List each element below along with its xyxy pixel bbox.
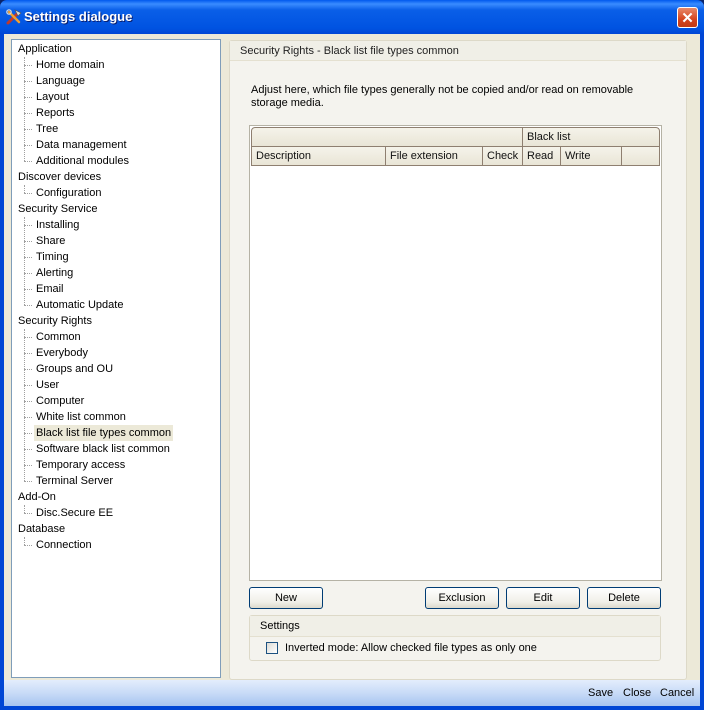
grid-group-header-blank [251,127,523,147]
tree-connector-line [24,465,32,466]
window-title: Settings dialogue [24,9,133,24]
tree-connector-line [24,449,32,450]
tree-item[interactable]: Alerting [34,265,75,281]
tree-item[interactable]: Terminal Server [34,473,115,489]
tree-item[interactable]: Common [34,329,83,345]
tree-connector-line [24,481,32,482]
grid-group-header-black-list: Black list [522,127,660,147]
tree-connector-line [24,225,32,226]
tree-connector-line [24,337,32,338]
tree-item[interactable]: Everybody [34,345,90,361]
inverted-mode-label[interactable]: Inverted mode: Allow checked file types … [285,641,537,655]
column-header-check[interactable]: Check [482,146,523,166]
panel-header: Security Rights - Black list file types … [230,41,686,61]
tree-item[interactable]: Additional modules [34,153,131,169]
tree-item[interactable]: Disc.Secure EE [34,505,115,521]
dialog-client-area: Application Home domain Language Layout Repo… [4,34,700,680]
tree-connector-line [24,513,32,514]
tree-group-item[interactable]: Discover devices [16,169,103,185]
tree-connector-line [24,417,32,418]
tree-group-item[interactable]: Database [16,521,67,537]
tree-group-item[interactable]: Security Service [16,201,99,217]
tree-connector-line [24,369,32,370]
tree-item[interactable]: Reports [34,105,77,121]
tree-connector-line [24,385,32,386]
column-header-extra[interactable] [621,146,660,166]
settings-group: Settings Inverted mode: Allow checked fi… [249,615,661,661]
tree-connector-line [24,97,32,98]
tree-item[interactable]: Home domain [34,57,106,73]
column-header-file-extension[interactable]: File extension [385,146,483,166]
tree-connector-line [24,241,32,242]
edit-button[interactable]: Edit [506,587,580,609]
tree-connector-line [24,129,32,130]
tree-item[interactable]: Computer [34,393,86,409]
tree-item[interactable]: Automatic Update [34,297,125,313]
tree-item[interactable]: Connection [34,537,94,553]
tree-connector-line [24,545,32,546]
column-header-write[interactable]: Write [560,146,622,166]
tree-connector-line [24,289,32,290]
settings-panel: Security Rights - Black list file types … [229,40,687,680]
tree-connector-line [24,65,32,66]
tree-group-item[interactable]: Add-On [16,489,58,505]
tree-connector-line [24,81,32,82]
column-header-description[interactable]: Description [251,146,386,166]
tree-item[interactable]: Data management [34,137,129,153]
tree-item[interactable]: User [34,377,61,393]
tree-connector-line [24,353,32,354]
tree-connector-line [24,401,32,402]
tree-connector-line [24,305,32,306]
settings-group-header: Settings [250,616,660,637]
tree-connector-line [24,433,32,434]
exclusion-button[interactable]: Exclusion [425,587,499,609]
tree-item[interactable]: Configuration [34,185,103,201]
tree-item[interactable]: White list common [34,409,128,425]
settings-window: Settings dialogue ✕ Application Home doma… [0,0,704,710]
tree-connector-line [24,537,25,545]
title-bar[interactable]: Settings dialogue ✕ [0,0,704,34]
settings-tree[interactable]: Application Home domain Language Layout Repo… [11,39,221,678]
tree-connector-line [24,329,25,481]
close-button[interactable]: Close [623,687,651,699]
tree-item[interactable]: Share [34,233,67,249]
tree-item[interactable]: Black list file types common [34,425,174,441]
tree-connector-line [24,193,32,194]
tree-connector-line [24,217,25,305]
close-icon: ✕ [681,9,694,27]
save-button[interactable]: Save [588,687,613,699]
tree-item[interactable]: Language [34,73,87,89]
delete-button[interactable]: Delete [587,587,661,609]
tree-group-item[interactable]: Security Rights [16,313,94,329]
tree-item[interactable]: Email [34,281,66,297]
tree-connector-line [24,257,32,258]
cancel-button[interactable]: Cancel [660,687,694,699]
tree-item[interactable]: Tree [34,121,60,137]
tree-connector-line [24,145,32,146]
tree-item[interactable]: Layout [34,89,71,105]
new-button[interactable]: New [249,587,323,609]
panel-description: Adjust here, which file types generally … [251,84,634,109]
inverted-mode-checkbox[interactable] [266,642,278,654]
tree-item[interactable]: Installing [34,217,81,233]
tree-connector-line [24,161,32,162]
column-header-read[interactable]: Read [522,146,561,166]
tree-connector-line [24,113,32,114]
tree-connector-line [24,505,25,513]
tree-item[interactable]: Timing [34,249,71,265]
tree-item[interactable]: Groups and OU [34,361,115,377]
tree-group-item[interactable]: Application [16,41,74,57]
tree-connector-line [24,185,25,193]
file-types-grid[interactable]: Black list Description File extension Ch… [249,125,662,581]
tools-icon [6,9,22,25]
tree-item[interactable]: Software black list common [34,441,172,457]
tree-item[interactable]: Temporary access [34,457,127,473]
tree-connector-line [24,273,32,274]
close-window-button[interactable]: ✕ [677,7,698,28]
dialog-footer: Save Close Cancel [4,680,700,706]
